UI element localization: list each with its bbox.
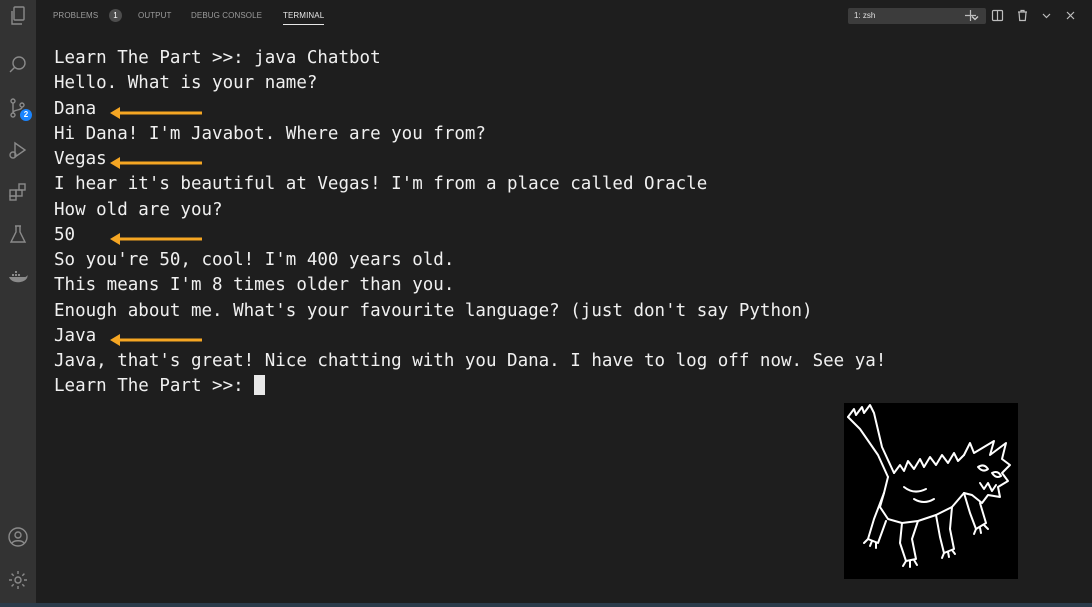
terminal-line: Enough about me. What's your favourite l… — [54, 301, 813, 321]
terminal-line: Hello. What is your name? — [54, 73, 318, 93]
trash-icon[interactable] — [1016, 9, 1029, 22]
source-control-badge: 2 — [20, 109, 32, 121]
docker-icon[interactable] — [6, 265, 30, 289]
status-bar — [0, 603, 1092, 607]
tab-terminal[interactable]: TERMINAL — [283, 11, 325, 25]
terminal-line: Java, that's great! Nice chatting with y… — [54, 351, 887, 371]
tab-problems[interactable]: PROBLEMS — [53, 11, 98, 20]
account-icon[interactable] — [6, 525, 30, 549]
panel-header: PROBLEMS 1 OUTPUT DEBUG CONSOLE TERMINAL… — [36, 0, 1092, 32]
terminal-cursor — [254, 375, 266, 395]
problems-count-badge: 1 — [109, 9, 122, 22]
close-icon[interactable] — [1064, 9, 1077, 22]
terminal-line: This means I'm 8 times older than you. — [54, 275, 455, 295]
arrow-annotation — [110, 157, 202, 169]
terminal-line: Hi Dana! I'm Javabot. Where are you from… — [54, 124, 486, 144]
explorer-icon[interactable] — [6, 4, 30, 28]
terminal-output[interactable]: Learn The Part >>: java Chatbot Hello. W… — [36, 32, 1092, 604]
activity-bar: 2 — [0, 0, 36, 607]
scared-cat-image — [844, 403, 1018, 579]
terminal-prompt: Learn The Part >>: — [54, 376, 255, 396]
testing-icon[interactable] — [6, 222, 30, 246]
chevron-down-icon[interactable] — [1040, 9, 1053, 22]
new-terminal-icon[interactable] — [964, 9, 977, 22]
terminal-line: Dana — [54, 99, 97, 119]
terminal-line: Vegas — [54, 149, 107, 169]
split-terminal-icon[interactable] — [991, 9, 1004, 22]
terminal-line: 50 — [54, 225, 76, 245]
extensions-icon[interactable] — [6, 180, 30, 204]
settings-gear-icon[interactable] — [6, 568, 30, 592]
terminal-line: Learn The Part >>: java Chatbot — [54, 48, 381, 68]
arrow-annotation — [110, 233, 202, 245]
run-debug-icon[interactable] — [6, 138, 30, 162]
terminal-selector-label: 1: zsh — [854, 11, 876, 20]
search-icon[interactable] — [6, 53, 30, 77]
arrow-annotation — [110, 107, 202, 119]
arrow-annotation — [110, 334, 202, 346]
terminal-line: Java — [54, 326, 97, 346]
tab-debug-console[interactable]: DEBUG CONSOLE — [191, 11, 262, 20]
source-control-icon[interactable]: 2 — [6, 96, 32, 121]
terminal-line: How old are you? — [54, 200, 223, 220]
terminal-line: So you're 50, cool! I'm 400 years old. — [54, 250, 455, 270]
terminal-line: I hear it's beautiful at Vegas! I'm from… — [54, 174, 708, 194]
terminal-prompt-line: Learn The Part >>: — [54, 375, 266, 397]
tab-output[interactable]: OUTPUT — [138, 11, 172, 20]
